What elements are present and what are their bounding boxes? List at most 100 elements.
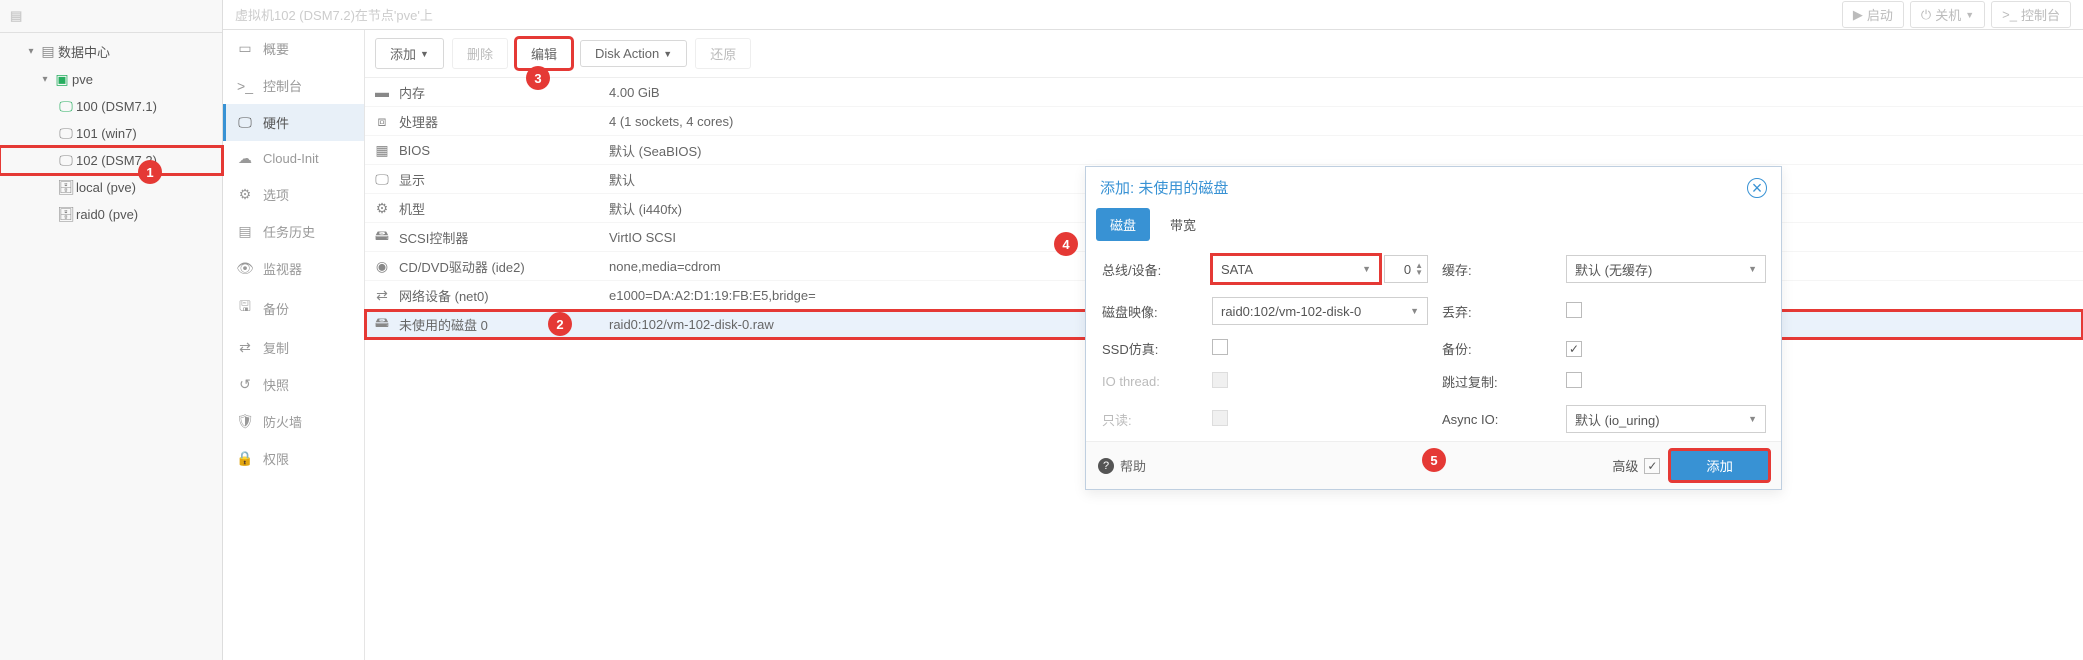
discard-checkbox[interactable] [1566,302,1582,318]
callout-2: 2 [548,312,572,336]
label-bus: 总线/设备: [1102,260,1198,279]
hdd-icon: 🖴 [365,225,399,249]
chevron-down-icon: ▼ [1362,264,1371,274]
chevron-down-icon: ▼ [1748,414,1757,424]
tree-vm-101[interactable]: 🖵 101 (win7) [0,120,222,147]
callout-3: 3 [526,66,550,90]
dialog-title: 添加: 未使用的磁盘 [1100,177,1228,198]
hw-row-processor[interactable]: ⧈ 处理器 4 (1 sockets, 4 cores) [365,107,2083,136]
close-icon: × [1752,179,1763,197]
hdd-icon: 🖴 [365,312,399,336]
tree-label: pve [72,72,93,87]
console-button[interactable]: >_控制台 [1991,1,2071,28]
tab-summary[interactable]: ▭概要 [223,30,364,67]
tree-storage-local[interactable]: 🗄 local (pve) [0,174,222,201]
readonly-checkbox [1212,410,1228,426]
tab-replication[interactable]: ⇄复制 [223,329,364,366]
tab-console[interactable]: >_控制台 [223,67,364,104]
chevron-down-icon: ▼ [420,49,429,59]
add-button[interactable]: 添加▼ [375,38,444,69]
shield-icon: 🛡 [237,413,253,430]
tree-vm-100[interactable]: 🖵 100 (DSM7.1) [0,93,222,120]
chevron-down-icon: ▼ [1748,264,1757,274]
skiprepl-checkbox[interactable] [1566,372,1582,388]
server-icon: ▣ [52,71,72,88]
tab-firewall[interactable]: 🛡防火墙 [223,403,364,440]
iothread-checkbox [1212,372,1228,388]
hardware-toolbar: 添加▼ 删除 编辑 Disk Action▼ 还原 [365,30,2083,78]
label-diskimage: 磁盘映像: [1102,302,1198,321]
tab-snapshots[interactable]: ↺快照 [223,366,364,403]
tab-backup[interactable]: 🖫备份 [223,287,364,329]
hw-row-bios[interactable]: ▦ BIOS 默认 (SeaBIOS) [365,136,2083,165]
eye-icon: 👁 [237,260,253,277]
edit-button[interactable]: 编辑 [516,38,572,69]
bus-select[interactable]: SATA▼ [1212,255,1380,283]
memory-icon: ▬ [365,84,399,100]
restore-button[interactable]: 还原 [695,38,751,69]
tab-hardware[interactable]: 🖵硬件 [223,104,364,141]
hw-row-memory[interactable]: ▬ 内存 4.00 GiB [365,78,2083,107]
advanced-checkbox[interactable] [1644,458,1660,474]
tree-storage-raid0[interactable]: 🗄 raid0 (pve) [0,201,222,228]
tree-vm-102[interactable]: 🖵 102 (DSM7.2) [0,147,222,174]
backup-checkbox[interactable] [1566,341,1582,357]
gear-icon: ⚙ [237,186,253,203]
monitor-icon: 🖵 [56,152,76,169]
ssdemul-checkbox[interactable] [1212,339,1228,355]
play-icon: ▶ [1853,7,1863,23]
help-button[interactable]: ?帮助 [1098,456,1146,475]
callout-5: 5 [1422,448,1446,472]
tree-label: raid0 (pve) [76,207,138,222]
tab-bandwidth[interactable]: 带宽 [1156,208,1210,241]
history-icon: ↺ [237,376,253,393]
tab-disk[interactable]: 磁盘 [1096,208,1150,241]
monitor-icon: 🖵 [56,98,76,115]
tab-taskhistory[interactable]: ▤任务历史 [223,213,364,250]
help-icon: ? [1098,458,1114,474]
asyncio-select[interactable]: 默认 (io_uring)▼ [1566,405,1766,433]
start-button[interactable]: ▶启动 [1842,1,1904,28]
save-icon: 🖫 [237,296,253,320]
chip-icon: ▦ [365,142,399,159]
tree-header: ▤ [0,0,222,33]
network-icon: ⇄ [365,287,399,304]
label-discard: 丢弃: [1442,302,1552,321]
advanced-toggle[interactable]: 高级 [1612,456,1660,475]
list-icon: ▤ [237,223,253,240]
side-tabs: ▭概要 >_控制台 🖵硬件 ☁Cloud-Init ⚙选项 ▤任务历史 👁监视器… [223,30,365,660]
tab-permissions[interactable]: 🔒权限 [223,440,364,477]
tree-node-pve[interactable]: ▾ ▣ pve [0,66,222,93]
disc-icon: ◉ [365,258,399,275]
tree-label: 100 (DSM7.1) [76,99,157,114]
resource-tree: ▾ ▤ 数据中心 ▾ ▣ pve 🖵 100 (DSM7.1) 🖵 101 (w… [0,33,222,228]
tree-label: 101 (win7) [76,126,137,141]
tree-label: local (pve) [76,180,136,195]
close-button[interactable]: × [1747,178,1767,198]
add-submit-button[interactable]: 添加 [1670,450,1769,481]
server-stack-icon: ▤ [10,8,22,23]
lock-icon: 🔒 [237,450,253,467]
bus-index-spinner[interactable]: 0▲▼ [1384,255,1428,283]
terminal-icon: >_ [237,78,253,94]
collapse-icon[interactable]: ▾ [24,46,38,57]
tab-cloudinit[interactable]: ☁Cloud-Init [223,141,364,176]
tab-options[interactable]: ⚙选项 [223,176,364,213]
spinner-arrows-icon: ▲▼ [1415,262,1423,276]
shutdown-button[interactable]: ⏻关机▼ [1910,1,1985,28]
cache-select[interactable]: 默认 (无缓存)▼ [1566,255,1766,283]
power-icon: ⏻ [1921,7,1931,23]
tab-monitor[interactable]: 👁监视器 [223,250,364,287]
tree-datacenter[interactable]: ▾ ▤ 数据中心 [0,37,222,66]
collapse-icon[interactable]: ▾ [38,74,52,85]
diskimage-select[interactable]: raid0:102/vm-102-disk-0▼ [1212,297,1428,325]
label-ssdemul: SSD仿真: [1102,339,1198,358]
chevron-down-icon: ▼ [663,49,672,59]
monitor-icon: 🖵 [56,125,76,142]
callout-4: 4 [1054,232,1078,256]
disk-action-button[interactable]: Disk Action▼ [580,40,687,67]
breadcrumb: 虚拟机102 (DSM7.2)在节点'pve'上 ▶启动 ⏻关机▼ >_控制台 [223,0,2083,30]
tree-panel: ▤ ▾ ▤ 数据中心 ▾ ▣ pve 🖵 100 (DSM7.1) 🖵 101 … [0,0,223,660]
label-skiprepl: 跳过复制: [1442,372,1552,391]
remove-button[interactable]: 删除 [452,38,508,69]
